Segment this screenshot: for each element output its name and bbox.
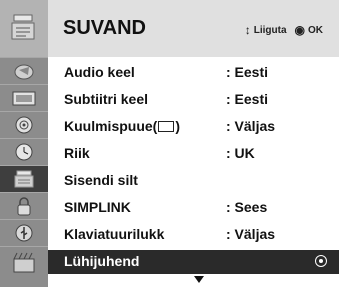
move-hint-label: Liiguta: [253, 24, 287, 36]
option-label-suffix: ): [175, 118, 181, 134]
option-row-input-label[interactable]: Sisendi silt: [48, 165, 339, 192]
sidebar-item-media[interactable]: [0, 246, 48, 274]
option-row-quick-guide[interactable]: Lühijuhend: [48, 250, 339, 274]
menu-header: SUVAND ↕ Liiguta ◉ OK: [48, 0, 339, 57]
option-label: Sisendi silt: [64, 172, 138, 188]
option-row-audio-language[interactable]: Audio keel : Eesti: [48, 57, 339, 84]
option-label: Kuulmispuue(): [64, 118, 180, 134]
sidebar-item-lock[interactable]: [0, 192, 48, 220]
sidebar-item-option[interactable]: [0, 165, 48, 193]
picture-icon: [12, 88, 36, 113]
scroll-down-arrow-icon[interactable]: [194, 276, 204, 283]
option-row-hearing-impaired[interactable]: Kuulmispuue() : Väljas: [48, 111, 339, 138]
option-row-key-lock[interactable]: Klaviatuurilukk : Väljas: [48, 219, 339, 246]
option-row-simplink[interactable]: SIMPLINK : Sees: [48, 192, 339, 219]
navigation-hint: ↕ Liiguta ◉ OK: [245, 24, 323, 36]
media-icon: [12, 250, 36, 279]
option-value: : Sees: [226, 199, 268, 215]
option-label: Lühijuhend: [64, 253, 140, 269]
option-label-text: Kuulmispuue(: [64, 118, 158, 134]
option-value: : Eesti: [226, 64, 269, 80]
option-row-subtitle-language[interactable]: Subtiitri keel : Eesti: [48, 84, 339, 111]
lock-icon: [12, 196, 36, 221]
menu-title: SUVAND: [63, 17, 146, 39]
sidebar-item-setup[interactable]: [0, 57, 48, 85]
option-row-country[interactable]: Riik : UK: [48, 138, 339, 165]
option-value: : Väljas: [226, 226, 276, 242]
option-list: Audio keel : Eesti Subtiitri keel : Eest…: [48, 57, 339, 287]
sidebar-item-time[interactable]: [0, 138, 48, 166]
option-label: Audio keel: [64, 64, 135, 80]
option-value: : UK: [226, 145, 255, 161]
option-value: : Eesti: [226, 91, 269, 107]
option-label: SIMPLINK: [64, 199, 131, 215]
caption-icon: [158, 121, 175, 132]
move-arrows-icon: ↕: [244, 23, 251, 37]
ok-hint-label: OK: [308, 24, 323, 36]
sidebar-item-picture[interactable]: [0, 84, 48, 112]
option-label: Riik: [64, 145, 90, 161]
ok-button-icon: ◉: [294, 23, 305, 37]
sidebar-header: [0, 0, 48, 57]
sidebar-item-usb[interactable]: [0, 219, 48, 247]
usb-icon: [12, 223, 36, 248]
option-value: : Väljas: [226, 118, 276, 134]
audio-icon: [12, 115, 36, 140]
ok-select-icon: [315, 255, 327, 267]
category-sidebar: [0, 0, 48, 287]
time-icon: [12, 142, 36, 167]
option-icon: [10, 12, 36, 47]
option-label: Klaviatuurilukk: [64, 226, 165, 242]
option-icon: [12, 169, 36, 194]
setup-icon: [12, 61, 36, 86]
option-label: Subtiitri keel: [64, 91, 149, 107]
option-menu: SUVAND ↕ Liiguta ◉ OK Audio keel : Eesti…: [0, 0, 339, 287]
sidebar-item-audio[interactable]: [0, 111, 48, 139]
